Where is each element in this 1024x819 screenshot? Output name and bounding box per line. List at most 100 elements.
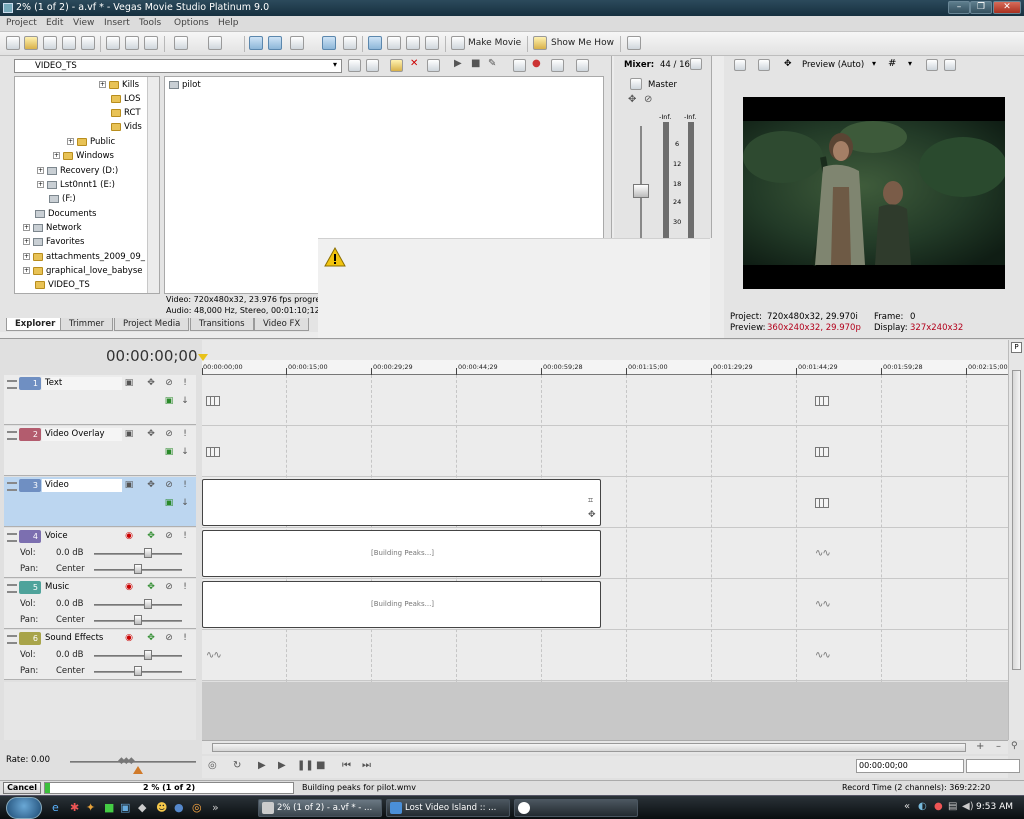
- make-compositing-child-icon[interactable]: ↓: [180, 498, 190, 508]
- quicklaunch-icon[interactable]: »: [212, 801, 219, 814]
- voice-event-clip[interactable]: [Building Peaks...]: [202, 530, 601, 577]
- views-icon[interactable]: [513, 59, 526, 72]
- copy-icon[interactable]: [125, 36, 139, 50]
- save-snapshot-icon[interactable]: [944, 59, 956, 71]
- track-name[interactable]: Video: [42, 479, 122, 492]
- tree-item[interactable]: LOS: [111, 93, 141, 106]
- quicklaunch-icon[interactable]: ☻: [156, 801, 167, 814]
- mute-icon[interactable]: ⊘: [164, 582, 174, 592]
- external-monitor-icon[interactable]: [758, 59, 770, 71]
- tree-item[interactable]: Documents: [35, 208, 96, 221]
- stop-icon[interactable]: ■: [471, 58, 480, 69]
- tree-scrollbar[interactable]: [147, 77, 159, 293]
- favorites-icon[interactable]: ●: [532, 58, 541, 69]
- track-header-text[interactable]: 1 Text ▣ ✥ ⊘ ! ▣ ↓: [4, 375, 196, 425]
- tab-project-media[interactable]: Project Media: [114, 318, 190, 331]
- solo-icon[interactable]: !: [180, 582, 190, 592]
- make-compositing-child-icon[interactable]: ↓: [180, 396, 190, 406]
- menu-options[interactable]: Options: [174, 18, 209, 28]
- timeline-vertical-scrollbar[interactable]: P: [1008, 340, 1024, 740]
- save-icon[interactable]: [43, 36, 57, 50]
- track-grip-icon[interactable]: [7, 584, 17, 593]
- zoom-tool-icon[interactable]: ⚲: [1011, 741, 1018, 751]
- delete-icon[interactable]: ✕: [410, 58, 418, 69]
- preview-quality-dropdown[interactable]: Preview (Auto): [802, 60, 864, 70]
- play-icon[interactable]: ▶: [278, 760, 286, 771]
- marker-bar[interactable]: [202, 340, 1008, 360]
- mute-icon[interactable]: ⊘: [164, 531, 174, 541]
- tree-item[interactable]: + Network: [23, 222, 82, 235]
- quicklaunch-icon[interactable]: ●: [174, 801, 184, 814]
- make-compositing-child-icon[interactable]: ↓: [180, 447, 190, 457]
- menu-help[interactable]: Help: [218, 18, 239, 28]
- solo-icon[interactable]: !: [180, 531, 190, 541]
- go-to-end-icon[interactable]: ⏭: [362, 760, 371, 771]
- master-fader[interactable]: [633, 184, 649, 198]
- tree-item[interactable]: Vids: [111, 121, 142, 134]
- track-fx-icon[interactable]: ✥: [146, 429, 156, 439]
- composite-mode-icon[interactable]: ▣: [164, 396, 174, 406]
- pan-slider-knob[interactable]: [134, 666, 142, 676]
- zoom-in-icon[interactable]: +: [976, 741, 984, 752]
- rate-slider[interactable]: [70, 761, 196, 763]
- track-list-menu-icon[interactable]: P: [1011, 342, 1022, 353]
- make-movie-icon[interactable]: [451, 36, 465, 50]
- tree-item[interactable]: RCT: [111, 107, 141, 120]
- whats-this-icon[interactable]: [627, 36, 641, 50]
- tray-icon[interactable]: ●: [934, 801, 943, 812]
- track-grip-icon[interactable]: [7, 482, 17, 491]
- quicklaunch-icon[interactable]: ◆: [138, 801, 146, 814]
- record-icon[interactable]: ◎: [208, 760, 217, 771]
- ie-icon[interactable]: e: [52, 801, 59, 814]
- arm-record-icon[interactable]: ◉: [124, 582, 134, 592]
- menu-edit[interactable]: Edit: [46, 18, 63, 28]
- master-fx-icon[interactable]: [630, 78, 642, 90]
- tree-item[interactable]: + Windows: [53, 150, 114, 163]
- zoom-tool-icon[interactable]: [425, 36, 439, 50]
- taskbar-item-browser[interactable]: Lost Video Island :: ...: [386, 799, 510, 817]
- loop-playback-icon[interactable]: ↻: [233, 760, 241, 771]
- mixer-properties-icon[interactable]: [690, 58, 702, 70]
- video-event-clip[interactable]: ⌗ ✥: [202, 479, 601, 526]
- explorer-path-dropdown[interactable]: VIDEO_TS ▾: [14, 59, 342, 73]
- playhead-marker-icon[interactable]: [198, 354, 208, 362]
- vertical-scroll-thumb[interactable]: [1012, 370, 1021, 670]
- maximize-button[interactable]: ❐: [970, 1, 992, 14]
- volume-slider-knob[interactable]: [144, 650, 152, 660]
- snapping-icon[interactable]: [249, 36, 263, 50]
- show-me-how-button[interactable]: Show Me How: [551, 38, 614, 48]
- tray-icon[interactable]: «: [904, 801, 910, 812]
- event-fx-icon[interactable]: ✥: [588, 510, 596, 520]
- track-fx-icon[interactable]: ✥: [146, 531, 156, 541]
- track-fx-icon[interactable]: ✥: [146, 582, 156, 592]
- track-header-video[interactable]: 3 Video ▣ ✥ ⊘ ! ▣ ↓: [4, 477, 196, 527]
- solo-icon[interactable]: !: [180, 633, 190, 643]
- track-grip-icon[interactable]: [7, 380, 17, 389]
- arm-record-icon[interactable]: ◉: [124, 531, 134, 541]
- bypass-icon[interactable]: ⊘: [644, 94, 652, 105]
- normal-edit-tool-icon[interactable]: [368, 36, 382, 50]
- file-item-pilot[interactable]: pilot: [169, 79, 201, 92]
- selection-tool-icon[interactable]: [406, 36, 420, 50]
- tab-trimmer[interactable]: Trimmer: [60, 318, 114, 331]
- track-header-sound-effects[interactable]: 6 Sound Effects ◉ ✥ ⊘ ! Vol: 0.0 dB Pan:…: [4, 630, 196, 680]
- clock[interactable]: 9:53 AM: [976, 802, 1013, 812]
- track-header-video-overlay[interactable]: 2 Video Overlay ▣ ✥ ⊘ ! ▣ ↓: [4, 426, 196, 476]
- taskbar-item-vegas[interactable]: 2% (1 of 2) - a.vf * - ...: [258, 799, 382, 817]
- menu-insert[interactable]: Insert: [104, 18, 130, 28]
- tree-item[interactable]: + attachments_2009_09_: [23, 251, 145, 264]
- lock-envelopes-icon[interactable]: [290, 36, 304, 50]
- time-display-field[interactable]: 00:00:00;00: [856, 759, 964, 773]
- composite-mode-icon[interactable]: ▣: [164, 498, 174, 508]
- search-icon[interactable]: [551, 59, 564, 72]
- quicklaunch-icon[interactable]: ◎: [192, 801, 202, 814]
- cut-icon[interactable]: [106, 36, 120, 50]
- event-pan-crop-icon[interactable]: ⌗: [588, 496, 593, 506]
- track-motion-icon[interactable]: ▣: [124, 429, 134, 439]
- up-folder-icon[interactable]: [348, 59, 361, 72]
- tab-transitions[interactable]: Transitions: [190, 318, 254, 331]
- tree-item[interactable]: + Recovery (D:): [37, 165, 118, 178]
- track-lane-text[interactable]: [202, 375, 1008, 426]
- auto-preview-icon[interactable]: ✎: [488, 58, 496, 69]
- volume-slider[interactable]: [94, 604, 182, 606]
